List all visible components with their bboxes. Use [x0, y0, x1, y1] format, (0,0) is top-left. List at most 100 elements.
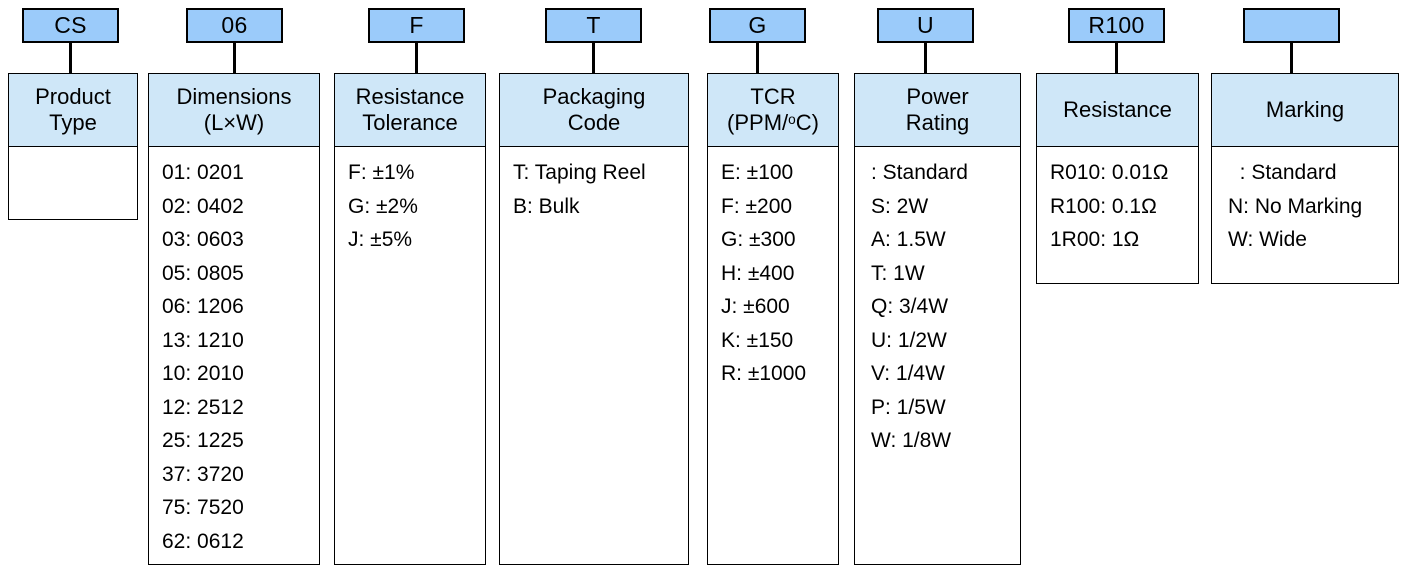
code-box-packaging[interactable]: T — [545, 8, 642, 43]
column-header-resistance-tolerance: Resistance Tolerance — [334, 73, 486, 147]
column-body-product-type — [8, 147, 138, 220]
list-item: : Standard — [1228, 161, 1337, 184]
list-item: F: ±200 — [721, 194, 793, 218]
code-box-label: G — [748, 12, 767, 38]
column-resistance: Resistance R010: 0.01Ω R100: 0.1Ω 1R00: … — [1036, 73, 1199, 284]
list-item: J: ±600 — [721, 295, 790, 318]
list-item: 01: 0201 — [162, 161, 244, 184]
column-header-power-rating: Power Rating — [854, 73, 1021, 147]
header-line-1: Resistance — [1063, 97, 1172, 123]
code-box-label: T — [586, 12, 601, 38]
header-line-2: Rating — [905, 110, 970, 135]
column-body-dimensions: 01: 0201 02: 0402 03: 0603 05: 0805 06: … — [148, 147, 320, 565]
list-item: B: Bulk — [513, 194, 580, 218]
list-item: 05: 0805 — [162, 261, 244, 285]
column-dimensions: Dimensions (L×W) 01: 0201 02: 0402 03: 0… — [148, 73, 320, 565]
list-item: 13: 1210 — [162, 328, 244, 352]
list-item: Q: 3/4W — [871, 295, 949, 318]
code-box-marking[interactable] — [1243, 8, 1340, 43]
list-item: W: Wide — [1228, 228, 1307, 251]
code-box-label: CS — [54, 12, 87, 38]
connector-dimensions — [233, 43, 236, 73]
list-item: H: ±400 — [721, 261, 795, 285]
list-item: R010: 0.01Ω — [1050, 161, 1169, 184]
list-item: 75: 7520 — [162, 496, 244, 519]
list-item: F: ±1% — [348, 161, 415, 184]
header-line-2: (L×W) — [203, 110, 265, 135]
connector-power-rating — [924, 43, 927, 73]
list-item: A: 1.5W — [871, 228, 946, 251]
list-item: T: Taping Reel — [513, 161, 646, 184]
header-line-2: (PPM/oC) — [727, 110, 819, 135]
connector-resistance — [1115, 43, 1118, 73]
column-header-resistance: Resistance — [1036, 73, 1199, 147]
connector-packaging — [592, 43, 595, 73]
list-item: V: 1/4W — [871, 362, 945, 385]
header-line-1: Resistance — [355, 84, 465, 110]
list-item: 10: 2010 — [162, 362, 244, 385]
header-line-2: Tolerance — [362, 110, 458, 135]
column-header-packaging: Packaging Code — [499, 73, 689, 147]
header-line-2: Type — [49, 110, 97, 135]
code-box-resistance-tolerance[interactable]: F — [368, 8, 465, 43]
connector-tcr — [756, 43, 759, 73]
code-box-power-rating[interactable]: U — [877, 8, 974, 43]
list-item: 12: 2512 — [162, 395, 244, 419]
code-box-resistance[interactable]: R100 — [1068, 8, 1165, 43]
column-body-marking: : Standard N: No Marking W: Wide — [1211, 147, 1399, 284]
column-body-resistance: R010: 0.01Ω R100: 0.1Ω 1R00: 1Ω — [1036, 147, 1199, 284]
header-line-1: Product — [35, 84, 111, 110]
column-body-power-rating: : Standard S: 2W A: 1.5W T: 1W Q: 3/4W U… — [854, 147, 1021, 565]
connector-resistance-tolerance — [415, 43, 418, 73]
part-number-designation-diagram: CS Product Type 06 Dimensions (L×W) 01: … — [0, 0, 1409, 573]
list-item: R100: 0.1Ω — [1050, 194, 1157, 218]
list-item: S: 2W — [871, 194, 929, 218]
column-resistance-tolerance: Resistance Tolerance F: ±1% G: ±2% J: ±5… — [334, 73, 486, 565]
code-box-label: R100 — [1088, 12, 1145, 38]
list-item: T: 1W — [871, 261, 925, 285]
header-line-1: Packaging — [542, 84, 646, 110]
column-product-type: Product Type — [8, 73, 138, 220]
list-item: N: No Marking — [1228, 194, 1363, 218]
column-marking: Marking : Standard N: No Marking W: Wide — [1211, 73, 1399, 284]
list-item: G: ±2% — [348, 194, 418, 218]
column-header-tcr: TCR (PPM/oC) — [707, 73, 839, 147]
list-item: 06: 1206 — [162, 295, 244, 318]
column-header-product-type: Product Type — [8, 73, 138, 147]
code-box-tcr[interactable]: G — [709, 8, 806, 43]
list-item: 03: 0603 — [162, 228, 244, 251]
connector-marking — [1290, 43, 1293, 73]
column-power-rating: Power Rating : Standard S: 2W A: 1.5W T:… — [854, 73, 1021, 565]
column-body-tcr: E: ±100 F: ±200 G: ±300 H: ±400 J: ±600 … — [707, 147, 839, 565]
code-box-label: U — [917, 12, 934, 38]
list-item: 1R00: 1Ω — [1050, 228, 1140, 251]
header-line-1: Dimensions — [176, 84, 292, 110]
header-line-2: Code — [567, 110, 621, 135]
list-item: 02: 0402 — [162, 194, 244, 218]
list-item: P: 1/5W — [871, 395, 946, 419]
list-item: G: ±300 — [721, 228, 796, 251]
list-item: 37: 3720 — [162, 462, 244, 486]
code-box-dimensions[interactable]: 06 — [186, 8, 283, 43]
list-item: W: 1/8W — [871, 429, 952, 452]
column-body-resistance-tolerance: F: ±1% G: ±2% J: ±5% — [334, 147, 486, 565]
header-line-1: TCR — [750, 84, 796, 110]
list-item: K: ±150 — [721, 328, 794, 352]
list-item: U: 1/2W — [871, 328, 947, 352]
list-item: : Standard — [871, 161, 968, 184]
list-item: R: ±1000 — [721, 362, 807, 385]
connector-product-type — [69, 43, 72, 73]
column-body-packaging: T: Taping Reel B: Bulk — [499, 147, 689, 565]
code-box-label: F — [409, 12, 424, 38]
header-line-1: Marking — [1265, 97, 1345, 123]
column-header-marking: Marking — [1211, 73, 1399, 147]
list-item: J: ±5% — [348, 228, 413, 251]
column-header-dimensions: Dimensions (L×W) — [148, 73, 320, 147]
code-box-product-type[interactable]: CS — [22, 8, 119, 43]
list-item: 62: 0612 — [162, 529, 244, 553]
list-item: E: ±100 — [721, 161, 794, 184]
list-item: 25: 1225 — [162, 429, 244, 452]
column-packaging: Packaging Code T: Taping Reel B: Bulk — [499, 73, 689, 565]
header-line-1: Power — [906, 84, 969, 110]
column-tcr: TCR (PPM/oC) E: ±100 F: ±200 G: ±300 H: … — [707, 73, 839, 565]
